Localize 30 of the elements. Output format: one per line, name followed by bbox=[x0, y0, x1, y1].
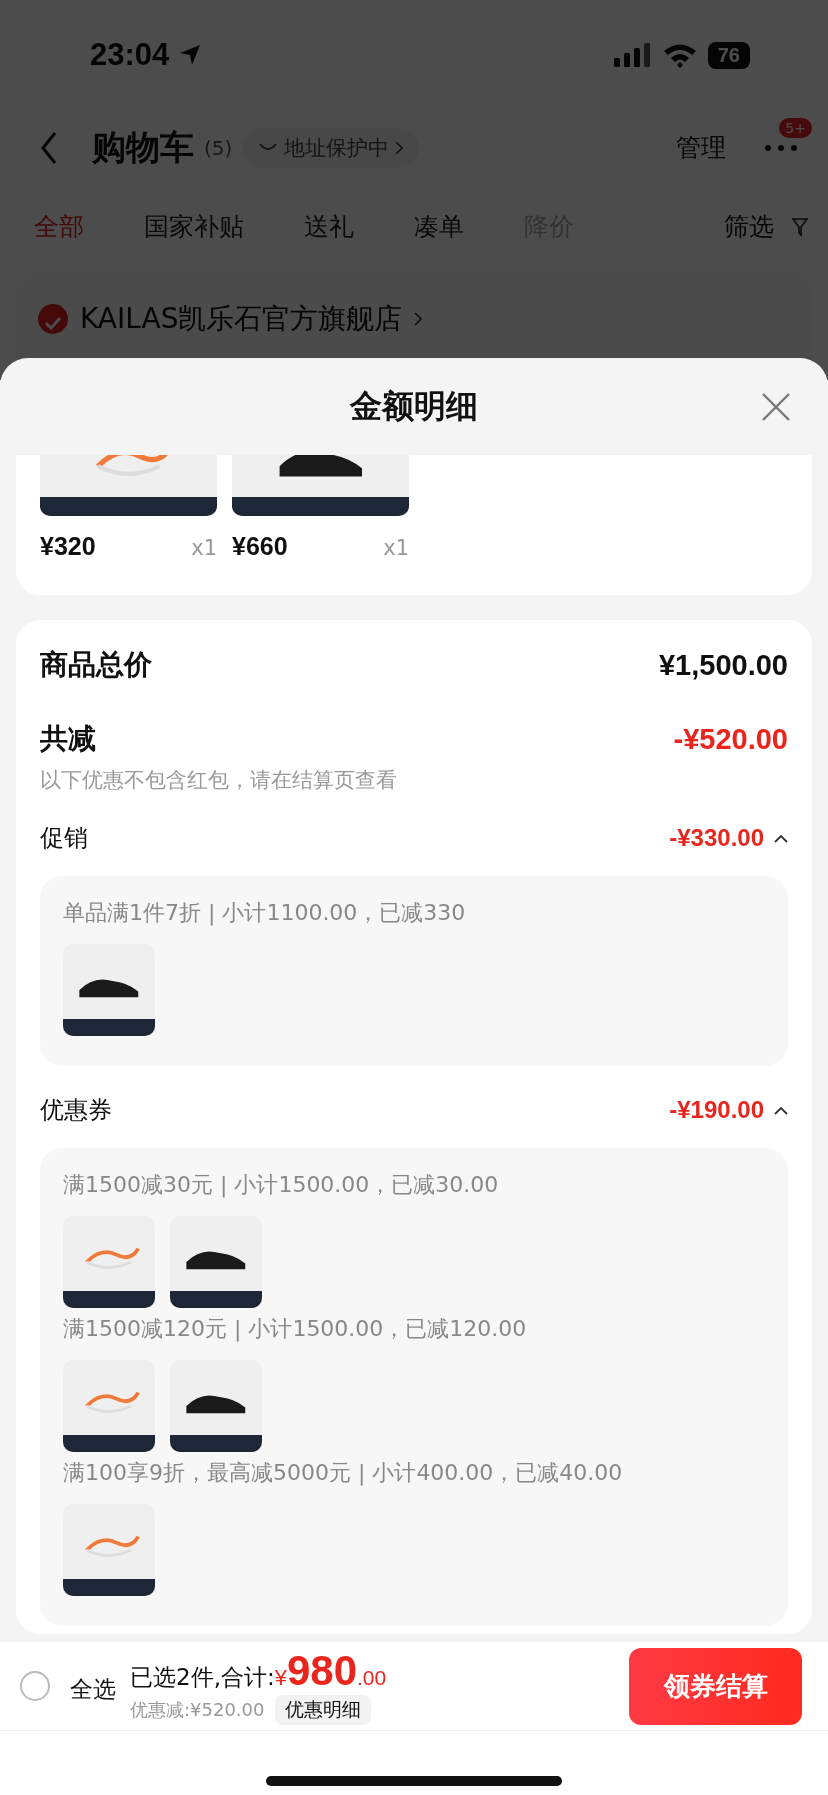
status-time: 23:04 bbox=[90, 37, 170, 73]
discount-value: -¥520.00 bbox=[673, 722, 788, 756]
selected-summary: 已选2件,合计: bbox=[130, 1663, 275, 1692]
rule-text: 单品满1件7折 | 小计1100.00，已减330 bbox=[63, 899, 467, 928]
select-all-label[interactable]: 全选 bbox=[70, 1673, 116, 1705]
store-name[interactable]: KAILAS凯乐石官方旗舰店 bbox=[80, 304, 403, 334]
rule-text: 满1500减30元 | 小计1500.00，已减30.00 bbox=[63, 1171, 500, 1200]
checkout-button[interactable]: 领券结算 bbox=[629, 1647, 802, 1725]
filter-tab[interactable]: 国家补贴 bbox=[144, 210, 244, 243]
sheet-title: 金额明细 bbox=[350, 385, 478, 427]
section-label: 优惠券 bbox=[40, 1095, 112, 1126]
item-quantity: x1 bbox=[383, 536, 409, 560]
discount-label: 共减 bbox=[40, 721, 96, 757]
savings-text: 优惠减:¥520.00 bbox=[130, 1698, 265, 1722]
filter-tab[interactable]: 全部 bbox=[34, 210, 84, 243]
section-amount: -¥330.00 bbox=[669, 824, 764, 852]
item-price: ¥320 bbox=[40, 532, 96, 561]
discount-note: 以下优惠不包含红包，请在结算页查看 bbox=[40, 767, 398, 794]
filter-tab[interactable]: 凑单 bbox=[414, 210, 464, 243]
rule-text: 满100享9折，最高减5000元 | 小计400.00，已减40.00 bbox=[63, 1459, 624, 1488]
item-price: ¥660 bbox=[232, 532, 288, 561]
total-amount: ¥980.00 bbox=[274, 1647, 387, 1695]
total-value: ¥1,500.00 bbox=[659, 648, 788, 682]
section-label: 促销 bbox=[40, 823, 88, 854]
rule-text: 满1500减120元 | 小计1500.00，已减120.00 bbox=[63, 1315, 528, 1344]
section-amount: -¥190.00 bbox=[669, 1096, 764, 1124]
total-label: 商品总价 bbox=[40, 647, 152, 683]
item-quantity: x1 bbox=[191, 536, 217, 560]
discount-detail-button[interactable]: 优惠明细 bbox=[274, 1695, 371, 1725]
page-title: 购物车 bbox=[92, 125, 194, 169]
